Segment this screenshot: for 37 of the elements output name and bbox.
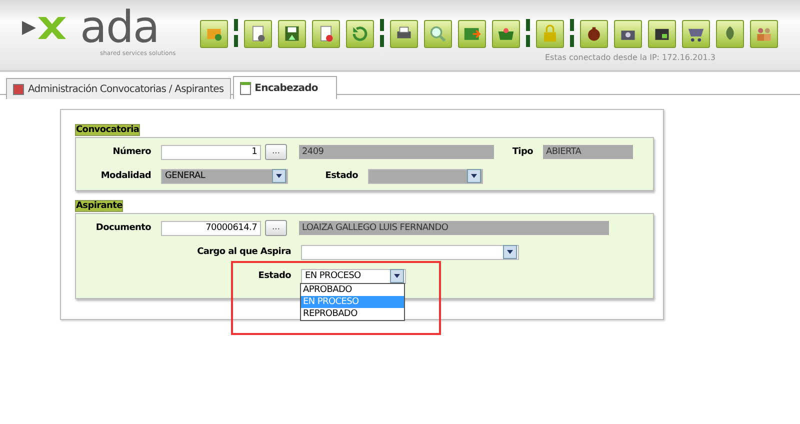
readonly-field: ABIERTA — [543, 145, 633, 159]
toolbar-button[interactable] — [492, 20, 520, 48]
toolbar-button[interactable] — [244, 20, 272, 48]
logo-text: ada — [80, 6, 159, 50]
dropdown-field[interactable] — [301, 244, 519, 260]
tab[interactable]: Administración Convocatorias / Aspirantes — [6, 78, 231, 99]
field-label: Modalidad — [100, 171, 152, 181]
dropdown-option[interactable]: APROBADO — [301, 284, 404, 296]
toolbar-button[interactable] — [580, 20, 608, 48]
input-field[interactable]: 70000614.7 — [161, 220, 261, 236]
tab[interactable]: Encabezado — [232, 76, 337, 99]
toolbar-button[interactable] — [682, 20, 710, 48]
dropdown-option[interactable]: REPROBADO — [301, 308, 404, 320]
field-label: Cargo al que Aspira — [196, 247, 292, 257]
dropdown-field[interactable] — [368, 168, 483, 184]
dropdown-field[interactable]: EN PROCESO — [301, 268, 406, 284]
section-header: Aspirante — [75, 200, 124, 212]
readonly-field: LOAIZA GALLEGO LUIS FERNANDO — [299, 221, 609, 235]
lookup-button[interactable]: ··· — [265, 220, 287, 236]
toolbar-button[interactable] — [648, 20, 676, 48]
field-label: Tipo — [511, 147, 534, 157]
tab-icon — [13, 84, 24, 94]
toolbar-button[interactable] — [390, 20, 418, 48]
input-field[interactable]: 1 — [161, 144, 261, 160]
field-label: Documento — [94, 223, 152, 233]
toolbar-button[interactable] — [278, 20, 306, 48]
lookup-button[interactable]: ··· — [265, 144, 287, 160]
toolbar-button[interactable] — [614, 20, 642, 48]
readonly-field: 2409 — [299, 145, 494, 159]
field-label: Estado — [324, 171, 359, 181]
tab-icon — [240, 82, 251, 94]
connection-info: Estas conectado desde la IP: 172.16.201.3 — [545, 53, 716, 62]
field-label: Estado — [257, 271, 292, 281]
dropdown-field[interactable]: GENERAL — [161, 168, 288, 184]
section-header: Convocatoria — [75, 124, 140, 136]
toolbar-button[interactable] — [312, 20, 340, 48]
field-label: Número — [112, 147, 152, 157]
